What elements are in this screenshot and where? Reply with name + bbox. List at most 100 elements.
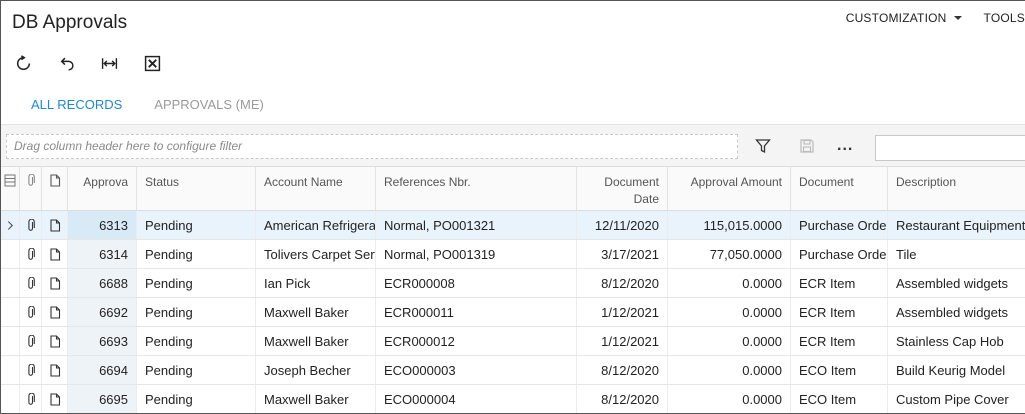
undo-button[interactable] [56,53,77,74]
column-header-document-date[interactable]: Document Date [577,167,668,210]
column-header-document[interactable]: Document [791,167,888,210]
description-cell[interactable]: Custom Pipe Cover [888,385,1025,413]
fit-columns-button[interactable] [99,53,120,74]
column-header-approval[interactable]: Approva [68,167,137,210]
status-cell[interactable]: Pending [137,327,256,355]
account-name-cell[interactable]: Ian Pick [256,269,376,297]
column-header-status[interactable]: Status [137,167,256,210]
note-column-header[interactable] [42,167,68,210]
table-row[interactable]: 6695 Pending Maxwell Baker ECO000004 8/12/20… [1,385,1025,413]
note-cell[interactable] [42,298,68,326]
note-cell[interactable] [42,240,68,268]
refresh-button[interactable] [13,53,34,74]
description-cell[interactable]: Restaurant Equipment [888,211,1025,239]
document-date-cell[interactable]: 8/12/2020 [577,269,668,297]
reference-nbr-cell[interactable]: ECR000008 [376,269,577,297]
table-row[interactable]: 6692 Pending Maxwell Baker ECR000011 1/12/20… [1,298,1025,327]
approval-id-cell[interactable]: 6695 [68,385,137,413]
attachment-cell[interactable] [20,269,42,297]
status-cell[interactable]: Pending [137,385,256,413]
account-name-cell[interactable]: Joseph Becher [256,356,376,384]
note-cell[interactable] [42,385,68,413]
document-date-cell[interactable]: 1/12/2021 [577,298,668,326]
column-header-approval-amount[interactable]: Approval Amount [668,167,791,210]
approval-amount-cell[interactable]: 0.0000 [668,356,791,384]
row-selector[interactable] [1,327,20,355]
account-name-cell[interactable]: Maxwell Baker [256,385,376,413]
customization-menu[interactable]: CUSTOMIZATION [846,11,962,25]
description-cell[interactable]: Assembled widgets [888,298,1025,326]
reference-nbr-cell[interactable]: ECR000011 [376,298,577,326]
description-cell[interactable]: Build Keurig Model [888,356,1025,384]
attachment-cell[interactable] [20,327,42,355]
approval-id-cell[interactable]: 6313 [68,211,137,239]
column-header-description[interactable]: Description [888,167,1025,210]
reference-nbr-cell[interactable]: ECO000004 [376,385,577,413]
description-cell[interactable]: Tile [888,240,1025,268]
more-options-button[interactable]: ... [837,137,853,155]
document-date-cell[interactable]: 8/12/2020 [577,385,668,413]
row-selector[interactable] [1,211,20,239]
status-cell[interactable]: Pending [137,240,256,268]
description-cell[interactable]: Stainless Cap Hob [888,327,1025,355]
table-row[interactable]: 6313PendingAmerican RefrigerationNormal,… [1,211,1025,240]
document-cell[interactable]: ECO Item [791,356,888,384]
attachment-cell[interactable] [20,298,42,326]
description-cell[interactable]: Assembled widgets [888,269,1025,297]
note-cell[interactable] [42,356,68,384]
status-cell[interactable]: Pending [137,298,256,326]
document-cell[interactable]: ECR Item [791,298,888,326]
approval-amount-cell[interactable]: 0.0000 [668,298,791,326]
reference-nbr-cell[interactable]: ECR000012 [376,327,577,355]
status-cell[interactable]: Pending [137,211,256,239]
row-selector[interactable] [1,356,20,384]
status-cell[interactable]: Pending [137,269,256,297]
reference-nbr-cell[interactable]: ECO000003 [376,356,577,384]
document-cell[interactable]: ECR Item [791,269,888,297]
approval-id-cell[interactable]: 6693 [68,327,137,355]
column-header-reference-nbr[interactable]: References Nbr. [376,167,577,210]
approval-amount-cell[interactable]: 115,015.0000 [668,211,791,239]
column-header-account-name[interactable]: Account Name [256,167,376,210]
approval-id-cell[interactable]: 6692 [68,298,137,326]
note-cell[interactable] [42,327,68,355]
account-name-cell[interactable]: American Refrigeration [256,211,376,239]
note-cell[interactable] [42,211,68,239]
table-row[interactable]: 6694 Pending Joseph Becher ECO000003 8/12/20… [1,356,1025,385]
status-cell[interactable]: Pending [137,356,256,384]
approval-id-cell[interactable]: 6688 [68,269,137,297]
document-date-cell[interactable]: 8/12/2020 [577,356,668,384]
export-excel-button[interactable] [142,53,163,74]
tab-approvals-me[interactable]: APPROVALS (ME) [138,97,280,127]
document-cell[interactable]: ECR Item [791,327,888,355]
attachment-cell[interactable] [20,385,42,413]
approval-amount-cell[interactable]: 0.0000 [668,327,791,355]
tools-menu[interactable]: TOOLS [984,11,1025,25]
note-cell[interactable] [42,269,68,297]
attachment-column-header[interactable] [20,167,42,210]
document-date-cell[interactable]: 12/11/2020 [577,211,668,239]
reference-nbr-cell[interactable]: Normal, PO001321 [376,211,577,239]
table-row[interactable]: 6693 Pending Maxwell Baker ECR000012 1/12/20… [1,327,1025,356]
row-selector[interactable] [1,269,20,297]
attachment-cell[interactable] [20,356,42,384]
approval-id-cell[interactable]: 6694 [68,356,137,384]
attachment-cell[interactable] [20,211,42,239]
approval-amount-cell[interactable]: 0.0000 [668,385,791,413]
approval-amount-cell[interactable]: 0.0000 [668,269,791,297]
reference-nbr-cell[interactable]: Normal, PO001319 [376,240,577,268]
account-name-cell[interactable]: Maxwell Baker [256,327,376,355]
approval-id-cell[interactable]: 6314 [68,240,137,268]
filter-button[interactable] [754,137,772,155]
account-name-cell[interactable]: Tolivers Carpet Service [256,240,376,268]
row-selector-header[interactable] [1,167,20,210]
row-selector[interactable] [1,240,20,268]
attachment-cell[interactable] [20,240,42,268]
account-name-cell[interactable]: Maxwell Baker [256,298,376,326]
document-cell[interactable]: Purchase Order [791,240,888,268]
document-date-cell[interactable]: 1/12/2021 [577,327,668,355]
approval-amount-cell[interactable]: 77,050.0000 [668,240,791,268]
save-filter-button[interactable] [798,137,816,155]
filter-drop-zone[interactable]: Drag column header here to configure fil… [6,134,738,159]
document-date-cell[interactable]: 3/17/2021 [577,240,668,268]
